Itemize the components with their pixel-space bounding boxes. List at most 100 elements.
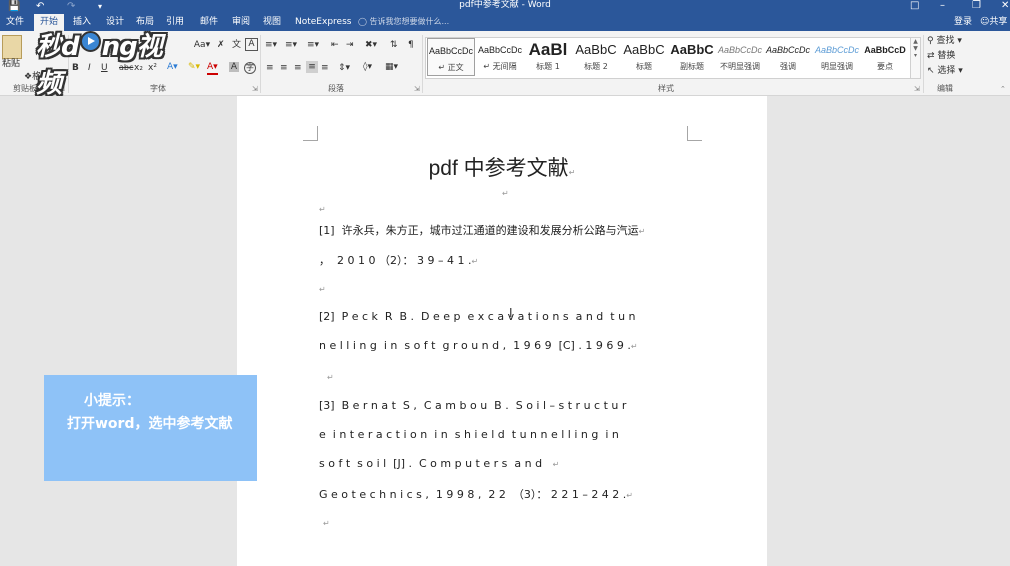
empty-paragraph[interactable]: ↵ [323, 516, 330, 529]
increase-indent-icon[interactable]: ⇥ [346, 39, 354, 51]
style-preview: AaBl [528, 40, 568, 59]
paragraph-mark: ↵ [471, 257, 479, 266]
paste-button[interactable]: 粘贴 [0, 58, 22, 70]
tab-view[interactable]: 视图 [257, 14, 287, 31]
text-effects-icon[interactable]: A▾ [167, 61, 178, 73]
brush-icon: ❖ [24, 72, 33, 82]
search-icon: ⚲ [927, 36, 934, 46]
numbering-icon[interactable]: ≡▾ [285, 39, 297, 51]
style-emphasis[interactable]: AaBbCcDc 强调 [764, 38, 812, 76]
phonetic-icon[interactable]: 文 [232, 39, 241, 51]
strikethrough-button[interactable]: abc [119, 62, 133, 74]
bullets-icon[interactable]: ≡▾ [265, 39, 277, 51]
tab-review[interactable]: 审阅 [226, 14, 256, 31]
justify-icon[interactable]: ≡ [306, 61, 318, 73]
replace-icon: ⇄ [927, 51, 935, 61]
clear-format-icon[interactable]: ✗ [217, 39, 225, 51]
tab-file[interactable]: 文件 [0, 14, 30, 31]
decrease-indent-icon[interactable]: ⇤ [331, 39, 339, 51]
empty-paragraph[interactable]: ↵ [502, 186, 509, 199]
style-intense-emphasis[interactable]: AaBbCcDc 明显强调 [813, 38, 861, 76]
tell-me-search[interactable]: ◯ 告诉我您想要做什么... [358, 14, 449, 30]
style-no-spacing[interactable]: AaBbCcDc ↵ 无间隔 [476, 38, 524, 76]
ribbon-display-icon[interactable]: □ [910, 0, 919, 14]
document-title-text: pdf 中参考文献 [428, 157, 569, 180]
replace-button[interactable]: ⇄ 替换 [927, 50, 955, 62]
empty-paragraph[interactable]: ↵ [327, 370, 334, 383]
highlight-icon[interactable]: ✎▾ [188, 61, 200, 73]
paragraph-mark: ↵ [319, 205, 326, 214]
bold-button[interactable]: B [72, 62, 79, 74]
style-heading-2[interactable]: AaBbC 标题 2 [572, 38, 620, 76]
select-button[interactable]: ↖ 选择 ▾ [927, 65, 963, 77]
reference-line[interactable]: [1] 许永兵，朱方正，城市过江通道的建设和发展分析公路与汽运↵ [319, 222, 645, 238]
style-heading-1[interactable]: AaBl 标题 1 [524, 38, 572, 76]
styles-gallery: AaBbCcDc ↵ 正文 AaBbCcDc ↵ 无间隔 AaBl 标题 1 AaBb… [425, 37, 911, 79]
style-title[interactable]: AaBbC 标题 [620, 38, 668, 76]
font-color-icon[interactable]: A▾ [207, 61, 218, 75]
style-preview: AaBbCcDc [717, 45, 762, 55]
char-border-icon[interactable]: A [245, 38, 258, 51]
font-size-change-button[interactable]: Aa▾ [192, 39, 212, 51]
paragraph-mark: ↵ [638, 227, 646, 236]
find-button[interactable]: ⚲ 查找 ▾ [927, 35, 962, 47]
underline-button[interactable]: U [101, 62, 108, 74]
reference-line[interactable]: s o f t s o i l [J] . C o m p u t e r s … [319, 457, 559, 470]
chinese-layout-icon[interactable]: ✖▾ [365, 39, 377, 51]
style-preview: AaBbCcDc [814, 45, 859, 55]
paragraph-launcher-icon[interactable]: ⇲ [414, 85, 420, 93]
paragraph-mark: ↵ [323, 519, 330, 528]
style-subtitle[interactable]: AaBbC 副标题 [668, 38, 716, 76]
styles-launcher-icon[interactable]: ⇲ [914, 85, 920, 93]
gallery-scroll-icon[interactable]: ▲ ▼ ▾ [910, 37, 921, 79]
multilevel-list-icon[interactable]: ≡▾ [307, 39, 319, 51]
tab-mailings[interactable]: 邮件 [194, 14, 224, 31]
maximize-icon[interactable]: ❐ [972, 0, 981, 14]
reference-line[interactable]: [3] B e r n a t S , C a m b o u B . S o … [319, 399, 626, 412]
share-button[interactable]: ☺共享 [980, 14, 1007, 30]
login-link[interactable]: 登录 [954, 14, 972, 30]
reference-line[interactable]: ， 2 0 1 0 （2）： 3 9 – 4 1 .↵ [319, 252, 478, 268]
tab-noteexpress[interactable]: NoteExpress [289, 14, 357, 31]
close-icon[interactable]: ✕ [1001, 0, 1009, 14]
reference-line[interactable]: n e l l i n g i n s o f t g r o u n d , … [319, 339, 638, 352]
paragraph-group-label: 段落 [328, 84, 344, 93]
style-strong[interactable]: AaBbCcD 要点 [861, 38, 909, 76]
paste-icon[interactable] [2, 35, 22, 59]
lightbulb-icon: ◯ [358, 17, 367, 26]
line-spacing-icon[interactable]: ⇕▾ [338, 62, 350, 74]
document-canvas[interactable]: pdf 中参考文献↵ ↵ ↵ [1] 许永兵，朱方正，城市过江通道的建设和发展分… [0, 96, 1010, 566]
align-right-icon[interactable]: ≡ [294, 62, 302, 74]
clipboard-group-label: 剪贴板 [13, 84, 37, 93]
sort-icon[interactable]: ⇅ [390, 39, 398, 51]
style-subtle-emphasis[interactable]: AaBbCcDc 不明显强调 [716, 38, 764, 76]
style-name: 副标题 [680, 62, 704, 71]
style-preview: AaBbCcDc [477, 45, 522, 55]
reference-line[interactable]: G e o t e c h n i c s , 1 9 9 8 , 2 2 （3… [319, 486, 633, 502]
document-title[interactable]: pdf 中参考文献↵ [237, 152, 767, 182]
select-label: 选择 [937, 66, 956, 76]
align-left-icon[interactable]: ≡ [266, 62, 274, 74]
minimize-icon[interactable]: – [940, 0, 945, 14]
font-launcher-icon[interactable]: ⇲ [252, 85, 258, 93]
borders-icon[interactable]: ▦▾ [385, 61, 398, 73]
style-normal[interactable]: AaBbCcDc ↵ 正文 [427, 38, 475, 76]
reference-line[interactable]: e i n t e r a c t i o n i n s h i e l d … [319, 428, 619, 441]
corner-mark [687, 126, 702, 141]
empty-paragraph[interactable]: ↵ [319, 202, 326, 215]
italic-button[interactable]: I [88, 62, 91, 74]
reference-text: [1] 许永兵，朱方正，城市过江通道的建设和发展分析公路与汽运 [319, 224, 639, 237]
char-shading-icon[interactable]: A [229, 62, 239, 72]
shading-icon[interactable]: ◊▾ [363, 61, 372, 73]
empty-paragraph[interactable]: ↵ [319, 282, 326, 295]
enclose-char-icon[interactable]: 字 [244, 62, 256, 74]
subscript-button[interactable]: x₂ [134, 62, 143, 74]
align-center-icon[interactable]: ≡ [280, 62, 288, 74]
reference-line[interactable]: [2] P e c k R B . D e e p e x c a v a t … [319, 310, 636, 323]
show-marks-icon[interactable]: ¶ [408, 39, 414, 51]
collapse-ribbon-icon[interactable]: ⌃ [1000, 85, 1006, 93]
paragraph-mark: ↵ [502, 189, 509, 198]
distributed-icon[interactable]: ≡ [321, 62, 329, 74]
superscript-button[interactable]: x² [148, 62, 157, 74]
document-page[interactable]: pdf 中参考文献↵ ↵ ↵ [1] 许永兵，朱方正，城市过江通道的建设和发展分… [237, 96, 767, 566]
